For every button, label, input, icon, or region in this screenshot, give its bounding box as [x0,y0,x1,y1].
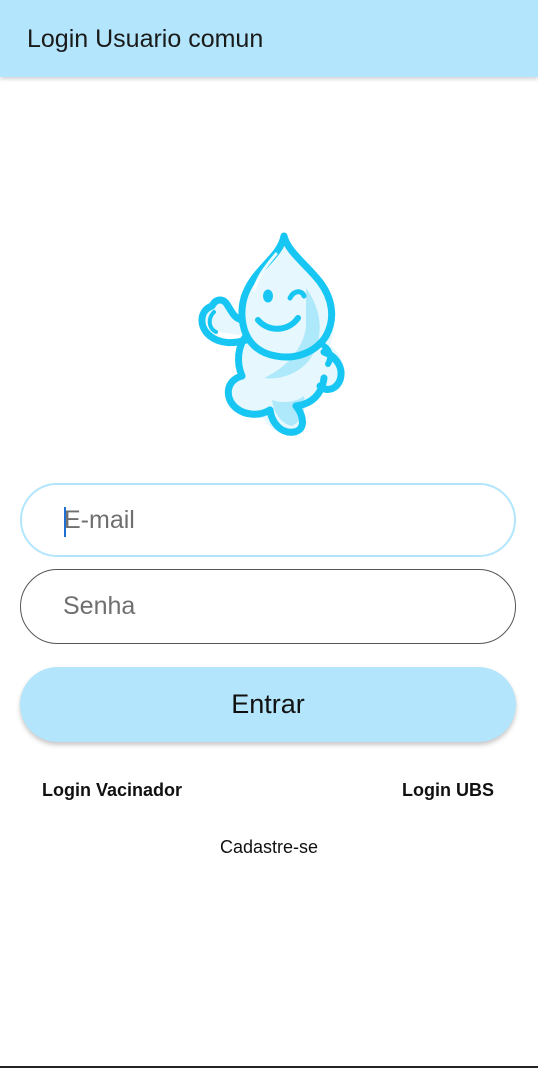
password-input[interactable] [63,570,483,643]
login-vacinador-link[interactable]: Login Vacinador [42,779,182,801]
login-ubs-link[interactable]: Login UBS [402,779,494,801]
email-input[interactable] [64,485,484,555]
text-cursor [64,507,66,537]
app-bar: Login Usuario comun [0,0,538,77]
email-field[interactable] [20,483,516,557]
login-button[interactable]: Entrar [20,667,516,742]
page-title: Login Usuario comun [27,25,264,53]
signup-link[interactable]: Cadastre-se [0,836,538,858]
water-drop-mascot-icon [198,232,345,436]
password-field[interactable] [20,569,516,644]
